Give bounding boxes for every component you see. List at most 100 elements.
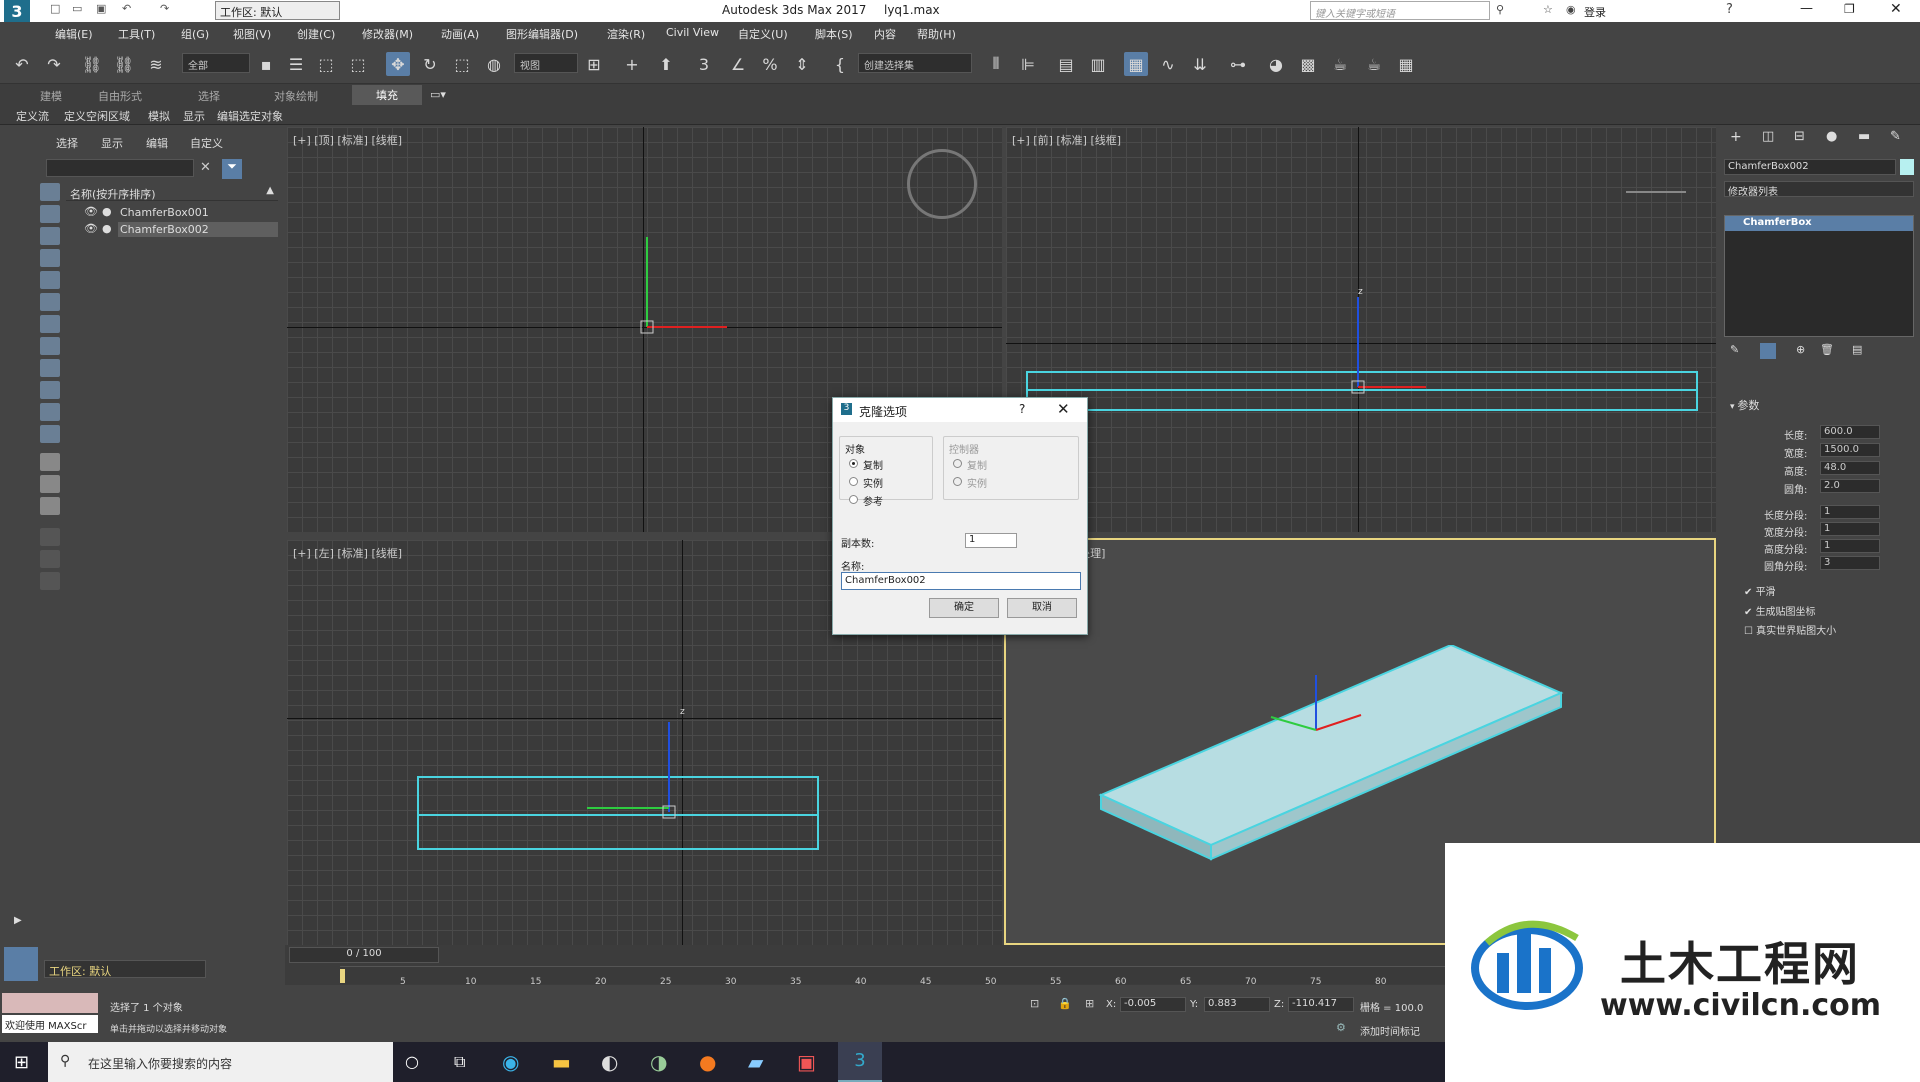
app-icon-3[interactable]: ▣: [797, 1050, 816, 1074]
modifier-list-dropdown[interactable]: 修改器列表: [1724, 181, 1914, 198]
menu-animation[interactable]: 动画(A): [441, 26, 479, 42]
windows-start-icon[interactable]: ⊞: [14, 1052, 29, 1073]
param-length-input[interactable]: 600.0: [1820, 425, 1880, 439]
show-end-result-icon[interactable]: [1760, 343, 1776, 359]
lock-icon[interactable]: 🔒: [1058, 997, 1072, 1010]
pivot-center-icon[interactable]: ⊞: [582, 52, 606, 76]
viewcube-icon[interactable]: [1626, 163, 1686, 193]
angle-snap-icon[interactable]: ∠: [726, 52, 750, 76]
open-file-icon[interactable]: ▭: [72, 2, 82, 15]
container-filter-icon[interactable]: [40, 381, 60, 399]
menu-group[interactable]: 组(G): [181, 26, 209, 42]
cancel-button[interactable]: 取消: [1007, 598, 1077, 618]
seg-length-input[interactable]: 1: [1820, 505, 1880, 519]
material-editor-icon[interactable]: ◕: [1264, 52, 1288, 76]
ribbon-tab-selection[interactable]: 选择: [198, 88, 220, 104]
menu-modifiers[interactable]: 修改器(M): [362, 26, 413, 42]
x-coord-field[interactable]: -0.005: [1120, 997, 1186, 1012]
funnel-icon[interactable]: [40, 550, 60, 568]
utilities-tab-icon[interactable]: ✎: [1890, 129, 1901, 144]
undo-icon[interactable]: ↶: [122, 2, 131, 15]
unlink-icon[interactable]: ⛓: [112, 52, 136, 76]
se-search-input[interactable]: [46, 159, 194, 177]
copies-spinner[interactable]: 1: [965, 533, 1017, 548]
radio-instance[interactable]: [849, 477, 858, 486]
ribbon-define-flows[interactable]: 定义流: [16, 108, 49, 124]
edge-icon[interactable]: ◉: [502, 1050, 519, 1074]
named-selection-dropdown[interactable]: 创建选择集: [858, 53, 972, 73]
add-time-tag[interactable]: 添加时间标记: [1360, 1023, 1420, 1038]
restore-icon[interactable]: ❐: [1844, 2, 1855, 16]
expand-arrow-icon[interactable]: ▶: [14, 915, 22, 926]
dialog-help-icon[interactable]: ?: [1019, 402, 1025, 416]
se-tab-customize[interactable]: 自定义: [190, 135, 223, 151]
dope-sheet-icon[interactable]: ⇊: [1188, 52, 1212, 76]
layer-explorer-icon[interactable]: ▤: [1054, 52, 1078, 76]
display-children-icon[interactable]: [40, 572, 60, 590]
menu-create[interactable]: 创建(C): [297, 26, 335, 42]
create-tab-icon[interactable]: +: [1730, 129, 1742, 145]
list-item[interactable]: 👁 ● ChamferBox001: [84, 205, 278, 220]
layout-toggle-icon[interactable]: [4, 947, 38, 981]
light-filter-icon[interactable]: [40, 227, 60, 245]
schematic-view-icon[interactable]: ⊶: [1226, 52, 1250, 76]
redo-icon[interactable]: ↷: [160, 2, 169, 15]
undo-icon[interactable]: ↶: [10, 52, 34, 76]
time-slider[interactable]: 0 / 100: [289, 947, 439, 963]
menu-content[interactable]: 内容: [874, 26, 896, 42]
live-filter-icon[interactable]: [40, 475, 60, 493]
task-view-icon[interactable]: ⧉: [454, 1052, 465, 1072]
object-name-field[interactable]: ChamferBox002: [1724, 159, 1896, 175]
select-object-icon[interactable]: ▪: [254, 52, 278, 76]
menu-views[interactable]: 视图(V): [233, 26, 271, 42]
move-gizmo[interactable]: [1336, 287, 1446, 397]
viewcube-icon[interactable]: [1626, 576, 1686, 626]
frozen-filter-icon[interactable]: [40, 453, 60, 471]
maxscript-welcome[interactable]: 欢迎使用 MAXScr: [2, 1015, 98, 1033]
display-tab-icon[interactable]: ▬: [1858, 129, 1870, 144]
ribbon-tab-object-paint[interactable]: 对象绘制: [274, 88, 318, 104]
object-color-swatch[interactable]: [1900, 159, 1914, 175]
pin-stack-icon[interactable]: ✎: [1730, 343, 1739, 356]
menu-customize[interactable]: 自定义(U): [738, 26, 788, 42]
edit-named-sets-icon[interactable]: {: [828, 52, 852, 76]
star-icon[interactable]: ☆: [1543, 3, 1553, 16]
seg-width-input[interactable]: 1: [1820, 522, 1880, 536]
keyboard-shortcut-icon[interactable]: ⬆: [654, 52, 678, 76]
menu-civil-view[interactable]: Civil View: [666, 26, 719, 39]
dialog-titlebar[interactable]: 3 克隆选项 ? ✕: [833, 398, 1087, 422]
modify-tab-icon[interactable]: ◫: [1762, 129, 1774, 144]
maxscript-listener[interactable]: [2, 993, 98, 1013]
move-gizmo[interactable]: [617, 227, 737, 357]
param-height-input[interactable]: 48.0: [1820, 461, 1880, 475]
file-explorer-icon[interactable]: ▬: [552, 1050, 571, 1074]
se-tab-edit[interactable]: 编辑: [146, 135, 168, 151]
link-icon[interactable]: ⛓: [80, 52, 104, 76]
search-input[interactable]: 键入关键字或短语: [1310, 1, 1490, 20]
rect-selection-icon[interactable]: ⬚: [314, 52, 338, 76]
menu-tools[interactable]: 工具(T): [118, 26, 155, 42]
select-move-icon[interactable]: ✥: [386, 52, 410, 76]
radio-copy[interactable]: [849, 459, 858, 468]
viewport-label[interactable]: [+] [顶] [标准] [线框]: [293, 132, 402, 148]
window-crossing-icon[interactable]: ⬚: [346, 52, 370, 76]
helper-filter-icon[interactable]: [40, 271, 60, 289]
hierarchy-tab-icon[interactable]: ⊟: [1794, 129, 1805, 144]
last-filter-icon[interactable]: [40, 497, 60, 515]
ok-button[interactable]: 确定: [929, 598, 999, 618]
viewport-label[interactable]: [+] [前] [标准] [线框]: [1012, 132, 1121, 148]
menu-scripting[interactable]: 脚本(S): [815, 26, 853, 42]
real-world-map-checkbox[interactable]: ☐ 真实世界贴图大小: [1744, 622, 1836, 637]
remove-modifier-icon[interactable]: 🗑: [1820, 343, 1834, 356]
se-tab-display[interactable]: 显示: [101, 135, 123, 151]
curve-editor-icon[interactable]: ∿: [1156, 52, 1180, 76]
mirror-icon[interactable]: ⫴: [984, 52, 1008, 76]
ribbon-tab-modeling[interactable]: 建模: [40, 88, 62, 104]
visibility-icon[interactable]: 👁: [84, 205, 98, 218]
login-link[interactable]: 登录: [1584, 4, 1606, 20]
make-unique-icon[interactable]: ⊕: [1796, 343, 1805, 356]
layer-toggle-icon[interactable]: ▥: [1086, 52, 1110, 76]
firefox-icon[interactable]: ●: [699, 1050, 716, 1074]
camera-filter-icon[interactable]: [40, 249, 60, 267]
visibility-icon[interactable]: 👁: [84, 222, 98, 235]
